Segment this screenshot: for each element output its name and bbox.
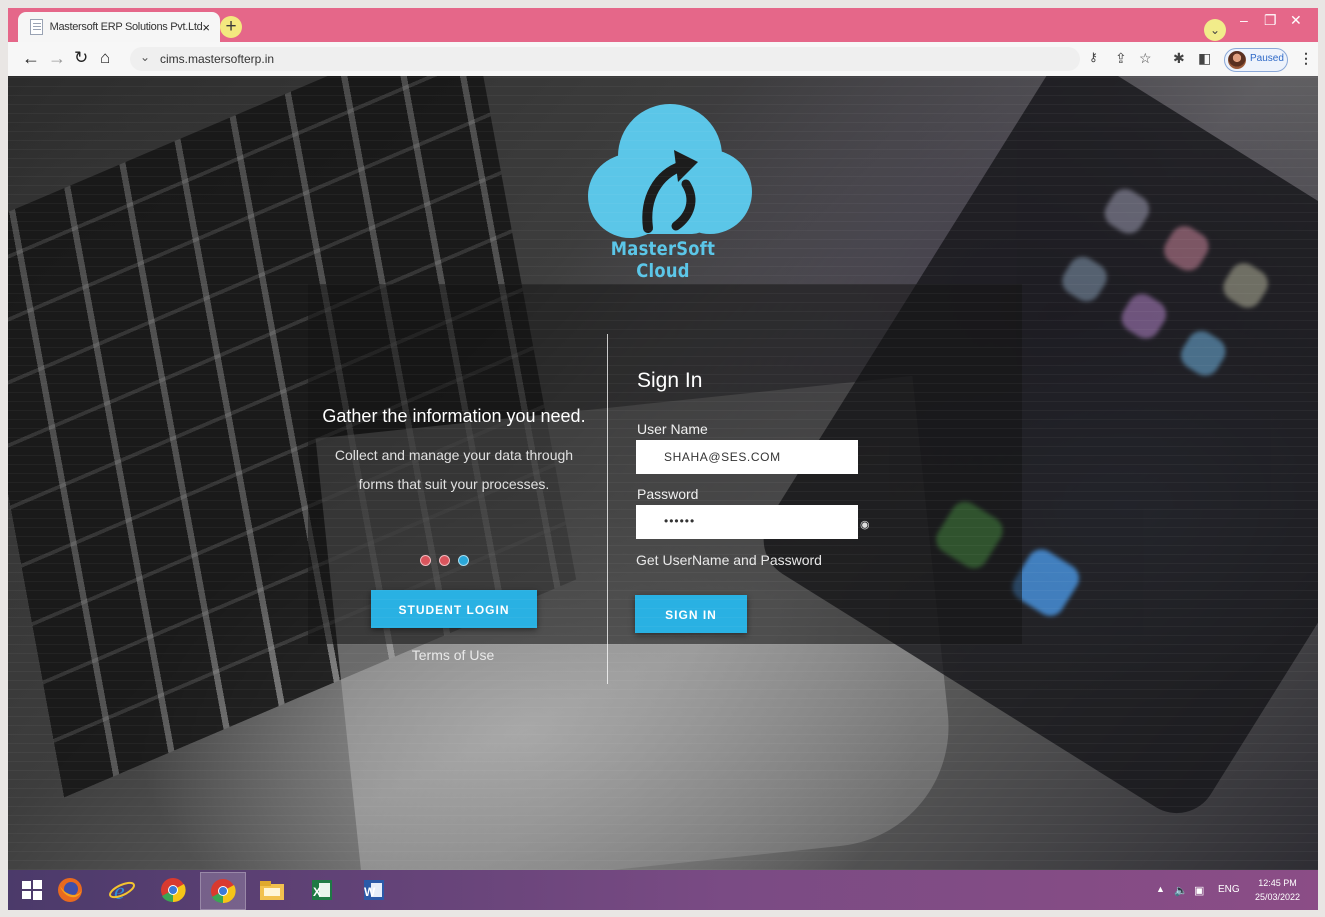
share-icon[interactable]: ⇪: [1115, 50, 1127, 67]
login-page: MasterSoft Cloud Gather the information …: [8, 76, 1318, 870]
browser-menu-icon[interactable]: ⋮: [1299, 50, 1313, 67]
clock-time: 12:45 PM: [1258, 878, 1297, 888]
carousel-dot[interactable]: [458, 555, 469, 566]
show-hidden-icons-icon[interactable]: ▲: [1156, 884, 1165, 894]
browser-toolbar: ← → ↻ ⌂ ⌄ cims.mastersofterp.in ⚷ ⇪ ☆ ✱ …: [8, 42, 1318, 77]
password-field[interactable]: ••••••: [636, 505, 858, 539]
profile-status: Paused: [1250, 53, 1284, 64]
excel-icon[interactable]: X: [300, 872, 344, 908]
firefox-icon[interactable]: [48, 872, 92, 908]
page-favicon-icon: [30, 19, 43, 35]
tab-search-icon[interactable]: ⌄: [1204, 19, 1226, 41]
get-credentials-link[interactable]: Get UserName and Password: [636, 552, 822, 568]
address-bar[interactable]: ⌄ cims.mastersofterp.in: [130, 47, 1080, 71]
username-value: SHAHA@SES.COM: [664, 450, 781, 464]
svg-text:e: e: [114, 879, 125, 904]
bookmark-star-icon[interactable]: ☆: [1139, 50, 1152, 67]
tab-close-icon[interactable]: ×: [202, 20, 210, 35]
minimize-button[interactable]: –: [1240, 12, 1248, 28]
chrome-icon[interactable]: [151, 872, 195, 908]
extensions-puzzle-icon[interactable]: ✱: [1173, 50, 1185, 67]
signin-title: Sign In: [637, 369, 703, 392]
promo-subtext: Collect and manage your data through for…: [308, 441, 600, 499]
carousel-dots: [420, 555, 469, 566]
windows-taskbar: e X W ▲ 🔈 ▣ ENG 12:45 PM 25/03/2022: [8, 870, 1318, 910]
carousel-dot[interactable]: [420, 555, 431, 566]
browser-tab[interactable]: Mastersoft ERP Solutions Pvt.Ltd ×: [18, 12, 220, 42]
browser-tab-strip: Mastersoft ERP Solutions Pvt.Ltd × + ⌄ –…: [8, 8, 1318, 42]
avatar: [1228, 51, 1246, 69]
file-explorer-icon[interactable]: [250, 872, 294, 908]
promo-subtext-line2: forms that suit your processes.: [358, 476, 550, 492]
terms-of-use-link[interactable]: Terms of Use: [378, 647, 528, 663]
word-icon[interactable]: W: [352, 872, 396, 908]
brand-name: MasterSoft Cloud: [610, 238, 716, 282]
carousel-dot[interactable]: [439, 555, 450, 566]
new-tab-button[interactable]: +: [220, 16, 242, 38]
restore-button[interactable]: ❐: [1264, 12, 1277, 29]
system-clock[interactable]: 12:45 PM 25/03/2022: [1255, 876, 1300, 904]
language-indicator[interactable]: ENG: [1218, 884, 1240, 895]
chrome-active-icon[interactable]: [200, 872, 246, 910]
forward-arrow-icon[interactable]: →: [48, 48, 66, 69]
username-label: User Name: [637, 421, 708, 437]
promo-subtext-line1: Collect and manage your data through: [334, 447, 574, 463]
back-arrow-icon[interactable]: ←: [22, 48, 40, 69]
profile-button[interactable]: Paused: [1224, 48, 1288, 72]
internet-explorer-icon[interactable]: e: [100, 872, 144, 908]
svg-text:W: W: [364, 885, 376, 899]
speaker-icon[interactable]: 🔈: [1174, 884, 1188, 897]
network-icon[interactable]: ▣: [1194, 884, 1204, 897]
password-label: Password: [637, 486, 699, 502]
home-icon[interactable]: ⌂: [100, 48, 110, 68]
site-info-icon[interactable]: ⌄: [140, 50, 150, 64]
show-password-eye-icon[interactable]: ◉: [860, 518, 870, 531]
tab-title: Mastersoft ERP Solutions Pvt.Ltd: [49, 21, 203, 33]
password-value: ••••••: [664, 514, 696, 528]
side-panel-icon[interactable]: ◧: [1198, 50, 1211, 67]
url-text: cims.mastersofterp.in: [160, 52, 275, 66]
reload-icon[interactable]: ↻: [74, 48, 88, 68]
username-field[interactable]: SHAHA@SES.COM: [636, 440, 858, 474]
clock-date: 25/03/2022: [1255, 892, 1301, 902]
student-login-button[interactable]: STUDENT LOGIN: [371, 590, 537, 628]
close-window-button[interactable]: ✕: [1290, 12, 1302, 29]
panel-divider: [607, 334, 608, 684]
promo-headline: Gather the information you need.: [322, 406, 586, 426]
svg-text:X: X: [313, 885, 321, 899]
key-icon[interactable]: ⚷: [1089, 50, 1098, 64]
sign-in-button[interactable]: SIGN IN: [635, 595, 747, 633]
